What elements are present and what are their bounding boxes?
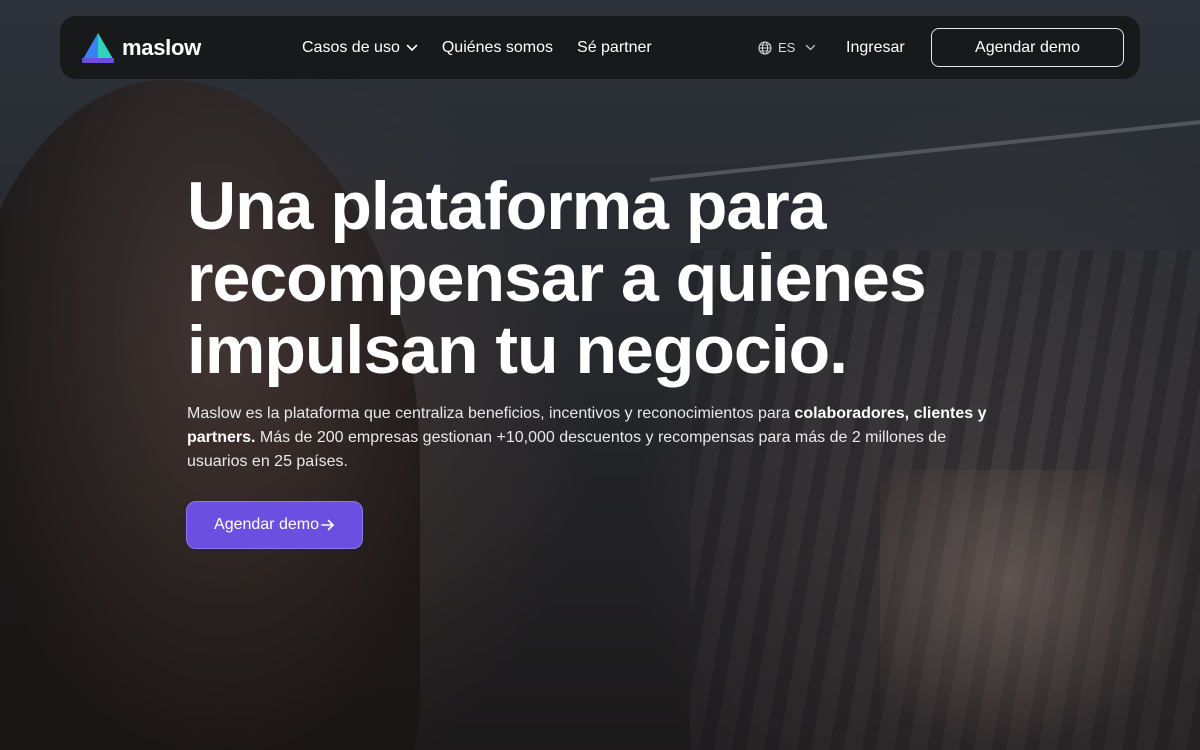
globe-icon bbox=[758, 40, 772, 55]
subtitle-text: Más de 200 empresas gestionan +10,000 de… bbox=[187, 429, 947, 470]
schedule-demo-nav-button[interactable]: Agendar demo bbox=[931, 28, 1124, 67]
hero-subtitle: Maslow es la plataforma que centraliza b… bbox=[187, 402, 1002, 474]
top-navbar: maslow Casos de uso Quiénes somos Sé par… bbox=[60, 16, 1140, 79]
maslow-logo-icon bbox=[82, 33, 114, 63]
hero-headline: Una plataforma para recompensar a quiene… bbox=[187, 168, 927, 388]
hero-cta-label: Agendar demo bbox=[214, 516, 319, 533]
schedule-demo-hero-button[interactable]: Agendar demo bbox=[186, 501, 363, 549]
nav-item-label: Quiénes somos bbox=[441, 38, 554, 56]
subtitle-text: Maslow es la plataforma que centraliza b… bbox=[187, 405, 795, 422]
nav-item-quienes-somos[interactable]: Quiénes somos bbox=[442, 39, 553, 57]
login-link[interactable]: Ingresar bbox=[846, 16, 905, 79]
nav-item-label: Sé partner bbox=[577, 38, 652, 56]
nav-links: Casos de uso Quiénes somos Sé partner bbox=[302, 16, 652, 79]
nav-item-se-partner[interactable]: Sé partner bbox=[577, 39, 652, 57]
brand-logo[interactable]: maslow bbox=[80, 32, 201, 64]
language-selector[interactable]: ES bbox=[758, 16, 816, 79]
arrow-right-icon bbox=[321, 519, 334, 531]
nav-item-label: Casos de uso bbox=[302, 38, 400, 56]
chevron-down-icon bbox=[406, 44, 418, 51]
language-label: ES bbox=[778, 40, 796, 55]
chevron-down-icon bbox=[806, 44, 816, 51]
nav-item-casos-de-uso[interactable]: Casos de uso bbox=[302, 39, 418, 57]
brand-name: maslow bbox=[122, 35, 201, 60]
